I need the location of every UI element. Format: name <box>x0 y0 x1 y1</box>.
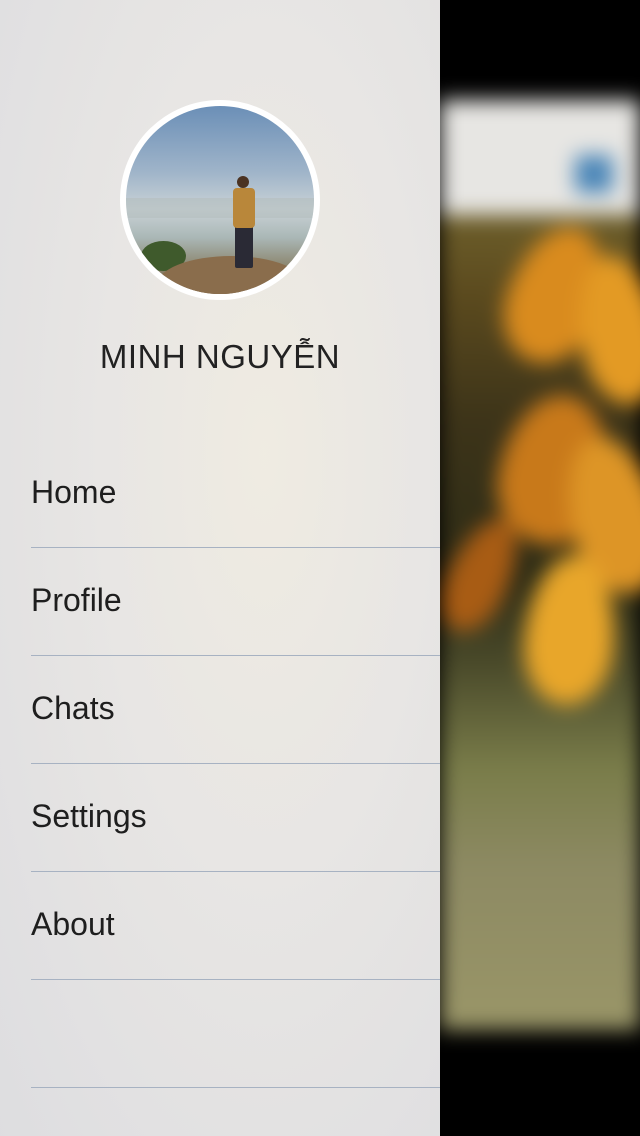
photo-person-body <box>233 188 255 228</box>
menu-item-chats[interactable]: Chats <box>0 656 440 764</box>
photo-person-legs <box>235 226 253 268</box>
menu-item-label: Profile <box>31 582 122 618</box>
menu-item-empty[interactable] <box>0 980 440 1088</box>
photo-horizon <box>126 198 314 218</box>
menu-item-about[interactable]: About <box>0 872 440 980</box>
menu-item-home[interactable]: Home <box>0 440 440 548</box>
blurred-main-screen <box>440 100 640 1030</box>
menu-item-label: Settings <box>31 798 147 834</box>
menu-item-profile[interactable]: Profile <box>0 548 440 656</box>
menu-item-label: Home <box>31 474 117 510</box>
menu-divider <box>31 1087 440 1088</box>
photo-person-head <box>237 176 249 188</box>
blurred-nav-icon <box>575 155 613 193</box>
menu-item-settings[interactable]: Settings <box>0 764 440 872</box>
user-name: MINH NGUYỄN <box>99 338 341 375</box>
blurred-navbar <box>440 100 640 220</box>
drawer-menu: Home Profile Chats Settings About <box>0 440 440 1088</box>
avatar-photo <box>126 106 314 294</box>
side-drawer: MINH NGUYỄN Home Profile Chats Settings … <box>0 0 440 1136</box>
menu-item-label: About <box>31 906 115 942</box>
avatar[interactable] <box>120 100 320 300</box>
blurred-leaf-photo <box>440 213 640 1030</box>
menu-item-label: Chats <box>31 690 115 726</box>
background-content[interactable] <box>440 0 640 1136</box>
